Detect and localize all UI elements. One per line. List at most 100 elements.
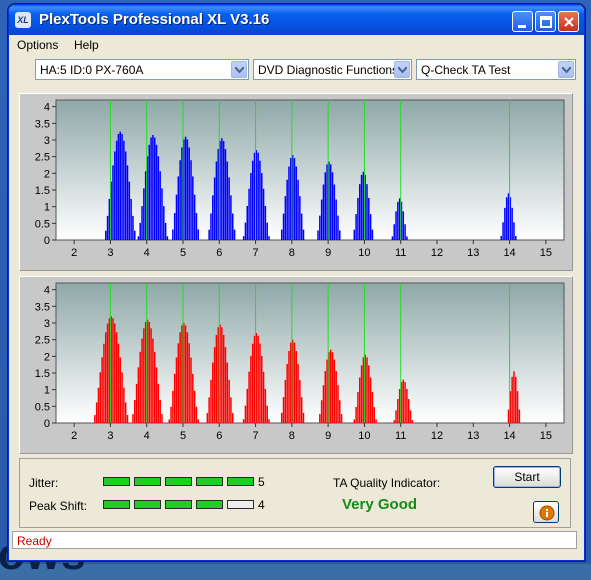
land-jitter-chart: 2 3 4 5 6 7 8 9 10 11 12 13 14 15 0 0.5 1 1.5 2 2.5 3 3.5 4: [19, 93, 573, 271]
histogram-bar: [324, 172, 327, 240]
histogram-bar: [166, 236, 169, 240]
histogram-bar: [124, 402, 127, 423]
histogram-bar: [190, 357, 192, 423]
histogram-bar: [329, 164, 332, 240]
histogram-bar: [398, 198, 401, 240]
histogram-bar: [153, 137, 156, 240]
jitter-meter: [103, 477, 254, 486]
histogram-bar: [329, 349, 332, 423]
histogram-bar: [112, 165, 114, 240]
histogram-bar: [226, 362, 229, 423]
histogram-bar: [262, 188, 265, 240]
histogram-bar: [331, 352, 334, 423]
histogram-bar: [177, 176, 180, 240]
x-tick-label: 10: [358, 430, 370, 442]
y-tick-label: 3.5: [35, 301, 50, 313]
histogram-bar: [230, 195, 232, 240]
menu-options[interactable]: Options: [17, 38, 58, 52]
histogram-bar: [195, 213, 198, 240]
y-tick-label: 0.5: [35, 401, 50, 413]
meter-segment: [227, 500, 254, 509]
histogram-bar: [188, 147, 190, 240]
chart-2-canvas: 2 3 4 5 6 7 8 9 10 11 12 13 14 15 0 0.5 1 1.5 2 2.5 3 3.5 4: [35, 282, 565, 442]
test-select[interactable]: Q-Check TA Test: [416, 59, 576, 80]
histogram-bar: [507, 193, 510, 240]
histogram-bar: [135, 383, 138, 423]
histogram-bar: [502, 222, 504, 240]
histogram-bar: [266, 222, 268, 240]
histogram-bar: [391, 236, 394, 240]
histogram-bar: [192, 373, 194, 423]
peak-shift-value: 4: [258, 498, 265, 512]
x-tick-label: 9: [325, 247, 331, 259]
histogram-bar: [362, 171, 365, 240]
histogram-bar: [395, 211, 397, 240]
info-button[interactable]: [533, 501, 559, 523]
histogram-bar: [184, 136, 187, 240]
histogram-bar: [164, 222, 167, 240]
histogram-bar: [175, 194, 178, 240]
status-field: Ready: [12, 531, 577, 549]
x-tick-label: 5: [180, 247, 186, 259]
histogram-bar: [251, 343, 254, 423]
x-tick-label: 5: [180, 430, 186, 442]
histogram-bar: [331, 172, 334, 240]
histogram-bar: [302, 229, 305, 240]
x-tick-label: 7: [253, 247, 259, 259]
y-tick-label: 0: [44, 235, 50, 247]
histogram-bar: [288, 166, 290, 240]
histogram-bar: [507, 409, 510, 423]
category-select-dropdown[interactable]: [394, 61, 410, 78]
title-bar[interactable]: XL PlexTools Professional XL V3.16: [9, 5, 584, 35]
histogram-bar: [282, 397, 285, 423]
x-tick-label: 11: [395, 247, 406, 259]
peak-shift-label: Peak Shift:: [29, 499, 88, 513]
drive-select-value: HA:5 ID:0 PX-760A: [40, 63, 144, 77]
histogram-bar: [248, 188, 250, 240]
x-tick-label: 13: [467, 430, 479, 442]
histogram-bar: [228, 177, 230, 240]
histogram-bar: [253, 152, 256, 240]
histogram-bar: [108, 198, 111, 240]
histogram-bar: [297, 179, 299, 240]
histogram-bar: [257, 152, 259, 240]
drive-select[interactable]: HA:5 ID:0 PX-760A: [35, 59, 249, 80]
histogram-bar: [266, 405, 268, 423]
histogram-bar: [320, 199, 323, 240]
app-window: XL PlexTools Professional XL V3.16 Optio…: [8, 4, 585, 561]
menu-help[interactable]: Help: [74, 38, 99, 52]
test-select-dropdown[interactable]: [558, 61, 574, 78]
histogram-bar: [104, 332, 107, 423]
minimize-button[interactable]: [512, 11, 533, 32]
histogram-bar: [358, 184, 361, 240]
histogram-bar: [132, 414, 134, 423]
histogram-bar: [358, 377, 361, 423]
histogram-bar: [94, 415, 96, 423]
start-button[interactable]: Start: [493, 466, 561, 488]
x-tick-label: 8: [289, 430, 295, 442]
y-tick-label: 2: [44, 168, 50, 180]
x-tick-label: 2: [71, 247, 77, 259]
drive-select-dropdown[interactable]: [231, 61, 247, 78]
histogram-bar: [188, 343, 190, 423]
histogram-bar: [261, 173, 263, 240]
maximize-button[interactable]: [535, 11, 556, 32]
close-button[interactable]: [558, 11, 579, 32]
histogram-bar: [186, 139, 189, 240]
histogram-bar: [124, 151, 127, 240]
x-tick-label: 13: [467, 247, 479, 259]
histogram-bar: [231, 213, 234, 240]
meter-segment: [134, 477, 161, 486]
x-tick-label: 4: [144, 430, 150, 442]
meter-segment: [165, 500, 192, 509]
jitter-value: 5: [258, 475, 265, 489]
category-select[interactable]: DVD Diagnostic Functions: [253, 59, 412, 80]
y-tick-label: 2: [44, 351, 50, 363]
histogram-bar: [150, 328, 152, 423]
histogram-bar: [253, 335, 256, 423]
histogram-bar: [226, 161, 229, 240]
histogram-bar: [299, 196, 301, 240]
histogram-bar: [406, 236, 408, 240]
histogram-bar: [357, 392, 359, 423]
histogram-bar: [513, 222, 515, 240]
